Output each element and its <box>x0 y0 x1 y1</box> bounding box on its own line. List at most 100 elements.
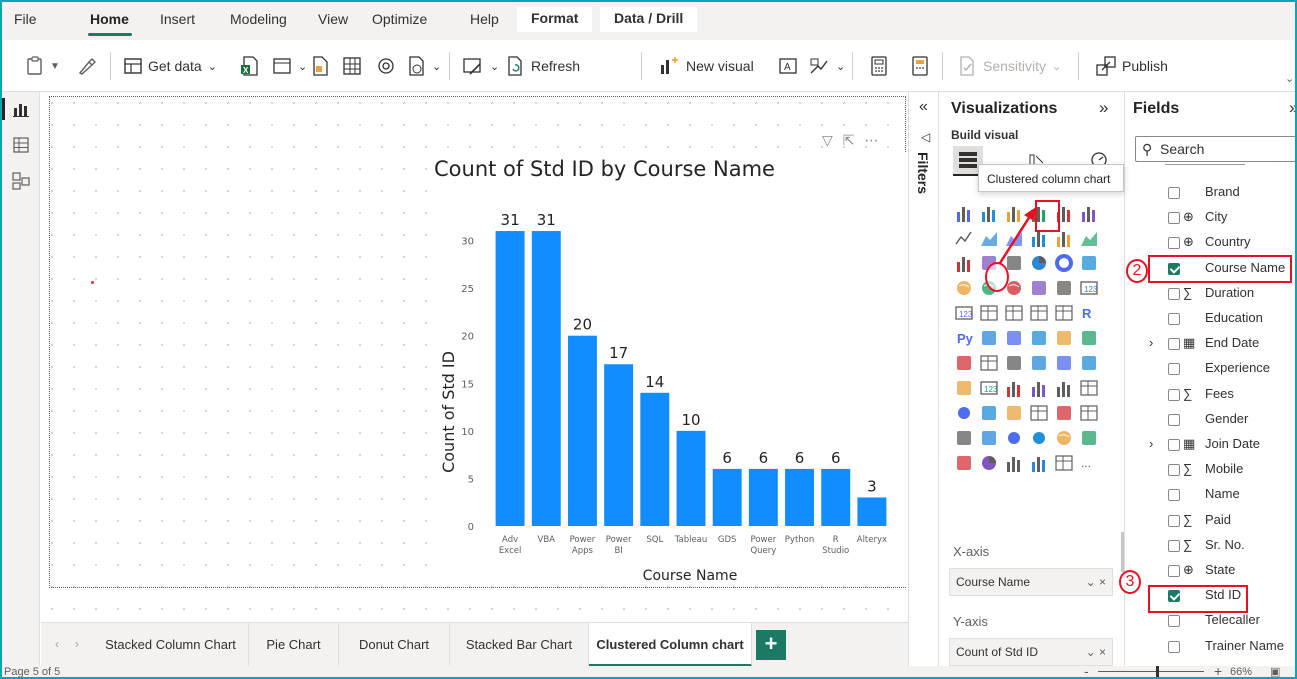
visual-type-arc-icon[interactable] <box>1078 427 1100 449</box>
publish-button[interactable]: Publish <box>1096 52 1168 80</box>
field-item[interactable]: ∑ Fees <box>1125 385 1296 405</box>
tab-prev-icon[interactable]: ‹ <box>55 637 59 651</box>
ribbon-collapse-icon[interactable]: ⌄ <box>1285 72 1294 85</box>
field-checkbox[interactable] <box>1168 439 1180 451</box>
menu-help[interactable]: Help <box>470 11 499 27</box>
x-axis-field-options[interactable]: ⌄ × <box>1086 575 1106 589</box>
visual-type-grid-icon[interactable] <box>1028 402 1050 424</box>
field-checkbox[interactable] <box>1168 464 1180 477</box>
visual-type-grid-icon[interactable] <box>1078 402 1100 424</box>
field-item[interactable]: › ▦ End Date <box>1125 334 1296 354</box>
field-item[interactable]: Education <box>1125 309 1296 329</box>
visual-type-decomp-icon[interactable] <box>1003 327 1025 349</box>
field-checkbox[interactable] <box>1168 363 1180 376</box>
field-checkbox[interactable] <box>1168 187 1180 199</box>
menu-format[interactable]: Format <box>517 7 593 32</box>
visual-type-doc-icon[interactable] <box>1053 327 1075 349</box>
field-checkbox[interactable] <box>1168 640 1180 653</box>
tab-donut-chart[interactable]: Donut Chart <box>339 623 450 667</box>
visual-type-grid-icon[interactable] <box>1053 452 1075 474</box>
visual-type-globe-icon[interactable] <box>953 277 975 299</box>
visual-type-flow-icon[interactable] <box>1028 352 1050 374</box>
visual-type-text-icon[interactable]: Py <box>953 327 975 349</box>
format-painter-button[interactable] <box>77 52 97 80</box>
expand-chevron-icon[interactable]: › <box>1149 436 1153 451</box>
sql-server-button[interactable] <box>376 52 396 80</box>
field-checkbox[interactable] <box>1168 338 1180 351</box>
visual-type-bars-icon[interactable] <box>1078 202 1100 224</box>
more-visuals-button[interactable]: ⌄ <box>808 52 845 80</box>
fields-search-input[interactable]: ⚲ Search <box>1135 136 1296 162</box>
recent-sources-button[interactable]: ⌄ <box>406 52 441 80</box>
menu-file[interactable]: File <box>14 11 37 27</box>
visual-type-circle-icon[interactable] <box>1003 427 1025 449</box>
field-item[interactable]: ∑ Duration <box>1125 284 1296 304</box>
filter-arrow-icon[interactable]: ◁ <box>921 130 930 144</box>
visual-type-card-icon[interactable]: 123 <box>953 302 975 324</box>
field-item[interactable]: Gender <box>1125 410 1296 430</box>
visual-type-pie-icon[interactable] <box>978 452 1000 474</box>
visual-type-chart-icon[interactable] <box>978 327 1000 349</box>
new-visual-button[interactable]: New visual <box>658 52 754 80</box>
new-measure-button[interactable] <box>870 52 888 80</box>
field-checkbox[interactable] <box>1168 388 1180 401</box>
visual-type-doc-icon[interactable] <box>953 352 975 374</box>
menu-optimize[interactable]: Optimize <box>372 11 427 27</box>
field-checkbox[interactable] <box>1168 313 1180 325</box>
field-item[interactable]: ⊕ State <box>1125 561 1296 581</box>
onelake-button[interactable]: ⌄ <box>272 52 307 80</box>
y-axis-well[interactable]: Count of Std ID ⌄ × <box>949 638 1113 666</box>
visual-type-slice-icon[interactable] <box>978 402 1000 424</box>
sensitivity-button[interactable]: Sensitivity ⌄ <box>957 52 1061 80</box>
expand-chevron-icon[interactable]: › <box>1149 335 1153 350</box>
filter-icon[interactable]: ▽ <box>822 132 833 149</box>
menu-modeling[interactable]: Modeling <box>230 11 287 27</box>
filters-label[interactable]: Filters <box>915 152 931 194</box>
visual-type-bars-icon[interactable] <box>953 252 975 274</box>
visual-type-circle-icon[interactable] <box>1028 427 1050 449</box>
field-item[interactable]: ∑ Sr. No. <box>1125 536 1296 556</box>
visual-type-table-icon[interactable] <box>978 302 1000 324</box>
visual-type-tree-icon[interactable] <box>1078 252 1100 274</box>
visual-type-matrix-icon[interactable] <box>1053 302 1075 324</box>
visual-type-table-icon[interactable] <box>1003 302 1025 324</box>
y-axis-field-options[interactable]: ⌄ × <box>1086 645 1106 659</box>
report-view-icon[interactable] <box>12 100 30 118</box>
visual-type-search-icon[interactable] <box>1078 352 1100 374</box>
visual-type-more-icon[interactable]: ... <box>1078 452 1100 474</box>
zoom-slider[interactable] <box>1098 671 1204 672</box>
field-checkbox[interactable] <box>1168 413 1180 426</box>
visual-type-globe-icon[interactable] <box>1053 427 1075 449</box>
field-item[interactable]: ∑ Paid <box>1125 511 1296 531</box>
visual-type-shape-icon[interactable] <box>1003 352 1025 374</box>
tab-stacked-bar-chart[interactable]: Stacked Bar Chart <box>450 623 589 667</box>
paste-button[interactable]: ▼ <box>26 52 60 80</box>
visual-type-trophy-icon[interactable] <box>1078 327 1100 349</box>
field-item[interactable]: Experience <box>1125 359 1296 379</box>
refresh-button[interactable]: Refresh <box>505 52 580 80</box>
visual-type-kpi-icon[interactable]: 123 <box>978 377 1000 399</box>
visual-type-grid-icon[interactable] <box>978 352 1000 374</box>
visual-type-tiles-icon[interactable] <box>978 427 1000 449</box>
more-options-icon[interactable]: ⋯ <box>865 132 879 149</box>
zoom-thumb[interactable] <box>1156 666 1159 677</box>
visual-type-img-icon[interactable] <box>953 377 975 399</box>
focus-mode-icon[interactable]: ⇱ <box>843 132 855 149</box>
field-checkbox[interactable] <box>1168 489 1180 502</box>
visual-type-bars-icon[interactable] <box>1028 377 1050 399</box>
visual-type-area-icon[interactable] <box>1078 227 1100 249</box>
menu-data-drill[interactable]: Data / Drill <box>600 7 698 32</box>
field-checkbox[interactable] <box>1168 615 1180 628</box>
field-item[interactable]: ∑ Mobile <box>1125 460 1296 480</box>
field-checkbox[interactable] <box>1168 212 1180 225</box>
visual-type-line-icon[interactable] <box>953 227 975 249</box>
visual-type-dot-icon[interactable] <box>953 402 975 424</box>
field-checkbox[interactable] <box>1168 237 1180 250</box>
field-checkbox[interactable] <box>1168 287 1180 300</box>
visual-type-card-icon[interactable]: 123 <box>1078 277 1100 299</box>
field-item[interactable]: ⊕ Country <box>1125 233 1296 253</box>
menu-view[interactable]: View <box>318 11 348 27</box>
visual-type-chat-icon[interactable] <box>1028 327 1050 349</box>
visual-type-grid-icon[interactable] <box>1078 377 1100 399</box>
field-checkbox[interactable] <box>1168 539 1180 552</box>
